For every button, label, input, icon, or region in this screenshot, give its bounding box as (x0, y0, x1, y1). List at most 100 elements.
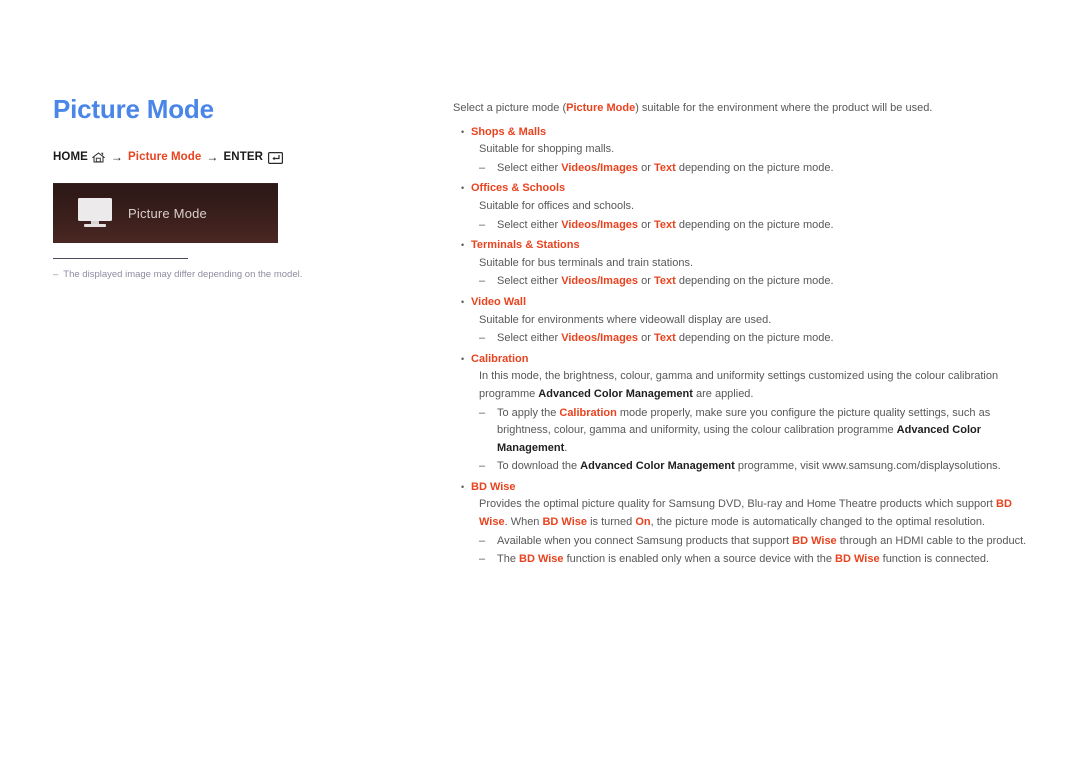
sub-item-text: Select either Videos/Images or Text depe… (497, 217, 1038, 235)
bullet-row: • Terminals & Stations (453, 237, 1038, 255)
enter-key-icon (263, 151, 284, 164)
sub-item-bdwise-2: – The BD Wise function is enabled only w… (479, 551, 1038, 569)
intro-pre: Select a picture mode ( (453, 102, 567, 114)
mode-description: Suitable for offices and schools. (479, 199, 635, 212)
bullet-icon: • (461, 240, 465, 251)
calibration-desc-post: are applied. (692, 387, 754, 400)
mode-block: • Shops & Malls Suitable for shopping mall… (453, 124, 1038, 178)
dash-icon: – (479, 553, 486, 566)
sub-text-term2: Text (653, 161, 676, 174)
note-dash: – (53, 269, 59, 280)
sub-item: – Select either Videos/Images or Text dep… (479, 273, 1038, 291)
bd-sub2-term-2: BD Wise (835, 553, 880, 566)
sub-text-post: depending on the picture mode. (675, 275, 834, 288)
sub-text-term2: Text (653, 275, 676, 288)
cal-sub2-bold: Advanced Color Management (580, 460, 735, 473)
sub-item-text: Select either Videos/Images or Text depe… (497, 160, 1038, 178)
mode-title: Shops & Malls (471, 125, 547, 138)
bullet-row-calibration: • Calibration (453, 351, 1038, 369)
sub-item-text: To apply the Calibration mode properly, … (497, 405, 1038, 458)
sub-item-text: To download the Advanced Color Managemen… (497, 458, 1038, 476)
sub-item-bdwise-1: – Available when you connect Samsung pro… (479, 533, 1038, 551)
mode-title: Video Wall (471, 295, 527, 308)
cal-sub2-post: programme, visit www.samsung.com/display… (734, 460, 1001, 473)
bdwise-desc-pre: Provides the optimal picture quality for… (479, 498, 997, 511)
mode-description: Suitable for shopping malls. (479, 143, 615, 156)
bd-sub1-pre: Available when you connect Samsung produ… (497, 534, 793, 547)
note-divider (53, 258, 188, 259)
dash-icon: – (479, 332, 486, 345)
bdwise-desc-mid: . When (504, 516, 543, 529)
bullet-row: • Offices & Schools (453, 180, 1038, 198)
bdwise-term-2: BD Wise (542, 516, 588, 529)
sub-text-pre: Select either (497, 161, 562, 174)
sub-item-text: Select either Videos/Images or Text depe… (497, 273, 1038, 291)
sub-text-term1: Videos/Images (561, 275, 639, 288)
dash-icon: – (479, 275, 486, 288)
sub-text-post: depending on the picture mode. (675, 161, 834, 174)
bullet-icon: • (461, 183, 465, 194)
cal-sub1-pre: To apply the (497, 406, 560, 419)
model-note: – The displayed image may differ dependi… (53, 268, 383, 281)
breadcrumb-home-label: HOME (53, 150, 88, 163)
intro-term: Picture Mode (566, 102, 636, 114)
sub-item-calibration-1: – To apply the Calibration mode properly… (479, 405, 1038, 458)
sub-text-mid: or (638, 218, 654, 231)
breadcrumb-arrow-2: → (206, 149, 219, 164)
breadcrumb-arrow-1: → (110, 149, 124, 164)
sub-text-post: depending on the picture mode. (675, 218, 834, 231)
content-column: Select a picture mode (Picture Mode) sui… (453, 100, 1038, 569)
mode-list: • Shops & Malls Suitable for shopping mall… (453, 124, 1038, 348)
sub-text-mid: or (638, 161, 654, 174)
bdwise-term-on: On (635, 516, 651, 529)
monitor-icon (78, 198, 112, 228)
bd-sub1-post: through an HDMI cable to the product. (836, 534, 1027, 547)
sub-text-term1: Videos/Images (561, 218, 639, 231)
intro-paragraph: Select a picture mode (Picture Mode) sui… (453, 100, 1038, 118)
dash-icon: – (479, 218, 486, 231)
bd-sub2-pre: The (497, 553, 520, 566)
bdwise-desc-post: , the picture mode is automatically chan… (650, 516, 986, 529)
left-column: Picture Mode HOME → Picture Mode → ENTER (53, 95, 413, 164)
bullet-icon: • (461, 126, 465, 137)
bd-sub2-mid: function is enabled only when a source d… (563, 553, 836, 566)
cal-sub2-pre: To download the (497, 460, 581, 473)
sub-text-post: depending on the picture mode. (675, 332, 834, 345)
bullet-row: • Shops & Malls (453, 124, 1038, 142)
dash-icon: – (479, 534, 486, 547)
mode-description: Suitable for bus terminals and train sta… (479, 256, 694, 269)
dash-icon: – (479, 406, 486, 419)
mode-title-calibration: Calibration (471, 352, 529, 365)
bullet-icon: • (461, 353, 465, 364)
mode-description: Suitable for environments where videowal… (479, 313, 772, 326)
cal-sub1-post: . (564, 441, 568, 454)
home-icon (88, 152, 106, 163)
dash-icon: – (479, 460, 486, 473)
sub-text-pre: Select either (497, 218, 562, 231)
sub-item-text: The BD Wise function is enabled only whe… (497, 551, 1038, 569)
picture-mode-preview-panel: Picture Mode (53, 183, 278, 243)
bd-sub2-post: function is connected. (879, 553, 990, 566)
mode-block: • Terminals & Stations Suitable for bus te… (453, 237, 1038, 291)
preview-panel-label: Picture Mode (128, 205, 207, 221)
mode-description-bdwise: Provides the optimal picture quality for… (479, 496, 1038, 531)
mode-block: • Offices & Schools Suitable for offices a… (453, 180, 1038, 234)
sub-item-text: Available when you connect Samsung produ… (497, 533, 1038, 551)
mode-title-bdwise: BD Wise (471, 480, 516, 493)
cal-sub1-term: Calibration (559, 406, 617, 419)
mode-block-calibration: • Calibration In this mode, the brightne… (453, 351, 1038, 476)
bd-sub1-term: BD Wise (792, 534, 837, 547)
sub-text-term2: Text (653, 218, 676, 231)
sub-text-term1: Videos/Images (561, 161, 639, 174)
sub-text-mid: or (638, 332, 654, 345)
sub-text-term2: Text (653, 332, 676, 345)
sub-text-mid: or (638, 275, 654, 288)
mode-title: Terminals & Stations (471, 239, 580, 252)
breadcrumb-picture-mode: Picture Mode (128, 150, 202, 163)
bdwise-desc-mid2: is turned (587, 516, 636, 529)
bullet-icon: • (461, 296, 465, 307)
breadcrumb: HOME → Picture Mode → ENTER (53, 150, 413, 164)
dash-icon: – (479, 161, 486, 174)
sub-text-pre: Select either (497, 275, 562, 288)
page-title: Picture Mode (53, 94, 214, 124)
